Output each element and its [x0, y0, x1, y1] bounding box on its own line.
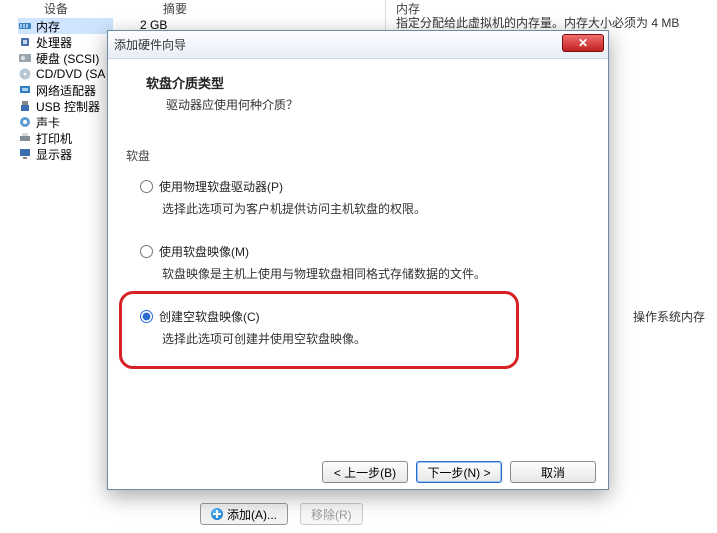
next-button-label: 下一步(N) > [427, 464, 490, 481]
option-disk-image[interactable]: 使用软盘映像(M) [140, 243, 594, 261]
radio-label: 使用物理软盘驱动器(P) [159, 178, 283, 195]
dialog-title-text: 添加硬件向导 [114, 36, 186, 53]
remove-hardware-button: 移除(R) [300, 503, 363, 525]
cancel-button[interactable]: 取消 [510, 461, 596, 483]
device-item-cddvd[interactable]: CD/DVD (SA [18, 66, 113, 82]
device-item-disk[interactable]: 硬盘 (SCSI) [18, 50, 113, 66]
network-icon [18, 83, 32, 97]
add-icon [211, 508, 223, 520]
display-icon [18, 147, 32, 161]
radio-label: 创建空软盘映像(C) [159, 308, 260, 325]
wizard-footer: < 上一步(B) 下一步(N) > 取消 [322, 461, 596, 483]
dialog-body: 软盘介质类型 驱动器应使用何种介质？ 软盘 使用物理软盘驱动器(P) 选择此选项… [108, 59, 608, 459]
device-label: USB 控制器 [36, 98, 100, 115]
device-label: 硬盘 (SCSI) [36, 50, 99, 67]
option-create-empty-desc: 选择此选项可创建并使用空软盘映像。 [162, 330, 594, 347]
cd-icon [18, 67, 32, 81]
device-label: CD/DVD (SA [36, 67, 105, 81]
wizard-step-title: 软盘介质类型 [146, 73, 594, 92]
back-button-label: < 上一步(B) [334, 464, 396, 481]
sound-icon [18, 115, 32, 129]
device-label: 处理器 [36, 34, 72, 51]
add-hardware-button[interactable]: 添加(A)... [200, 503, 288, 525]
close-icon: ✕ [578, 36, 588, 50]
column-device: 设备 [44, 0, 68, 17]
next-button[interactable]: 下一步(N) > [416, 461, 502, 483]
detail-desc: 指定分配给此虚拟机的内存量。内存大小必须为 4 MB [396, 14, 679, 31]
option-disk-image-desc: 软盘映像是主机上使用与物理软盘相同格式存储数据的文件。 [162, 265, 594, 282]
remove-button-label: 移除(R) [311, 506, 352, 523]
radio-disk-image[interactable] [140, 245, 153, 258]
group-label-floppy: 软盘 [126, 147, 594, 164]
memory-icon [18, 19, 32, 33]
device-list: 内存 处理器 硬盘 (SCSI) CD/DVD (SA 网络适配器 [18, 18, 113, 162]
wizard-step-subtitle: 驱动器应使用何种介质？ [166, 96, 594, 113]
add-hardware-wizard-dialog: 添加硬件向导 ✕ 软盘介质类型 驱动器应使用何种介质？ 软盘 使用物理软盘驱动器… [107, 30, 609, 490]
radio-label: 使用软盘映像(M) [159, 243, 249, 260]
option-physical-drive[interactable]: 使用物理软盘驱动器(P) [140, 178, 594, 196]
device-item-memory[interactable]: 内存 [18, 18, 113, 34]
printer-icon [18, 131, 32, 145]
device-item-usb[interactable]: USB 控制器 [18, 98, 113, 114]
device-item-network[interactable]: 网络适配器 [18, 82, 113, 98]
cancel-button-label: 取消 [541, 464, 565, 481]
dialog-close-button[interactable]: ✕ [562, 34, 604, 52]
device-label: 网络适配器 [36, 82, 96, 99]
back-button[interactable]: < 上一步(B) [322, 461, 408, 483]
device-item-sound[interactable]: 声卡 [18, 114, 113, 130]
add-button-label: 添加(A)... [227, 506, 277, 523]
device-item-display[interactable]: 显示器 [18, 146, 113, 162]
os-memory-note: 操作系统内存 [633, 308, 705, 325]
option-create-empty[interactable]: 创建空软盘映像(C) [140, 308, 594, 326]
device-label: 显示器 [36, 146, 72, 163]
dialog-titlebar[interactable]: 添加硬件向导 ✕ [108, 31, 608, 59]
device-label: 打印机 [36, 130, 72, 147]
column-summary: 摘要 [163, 0, 187, 17]
device-item-processor[interactable]: 处理器 [18, 34, 113, 50]
radio-create-empty[interactable] [140, 310, 153, 323]
radio-physical-drive[interactable] [140, 180, 153, 193]
usb-icon [18, 99, 32, 113]
cpu-icon [18, 35, 32, 49]
disk-icon [18, 51, 32, 65]
device-label: 内存 [36, 18, 60, 35]
option-physical-desc: 选择此选项可为客户机提供访问主机软盘的权限。 [162, 200, 594, 217]
device-item-printer[interactable]: 打印机 [18, 130, 113, 146]
device-label: 声卡 [36, 114, 60, 131]
device-buttons: 添加(A)... 移除(R) [200, 503, 363, 525]
